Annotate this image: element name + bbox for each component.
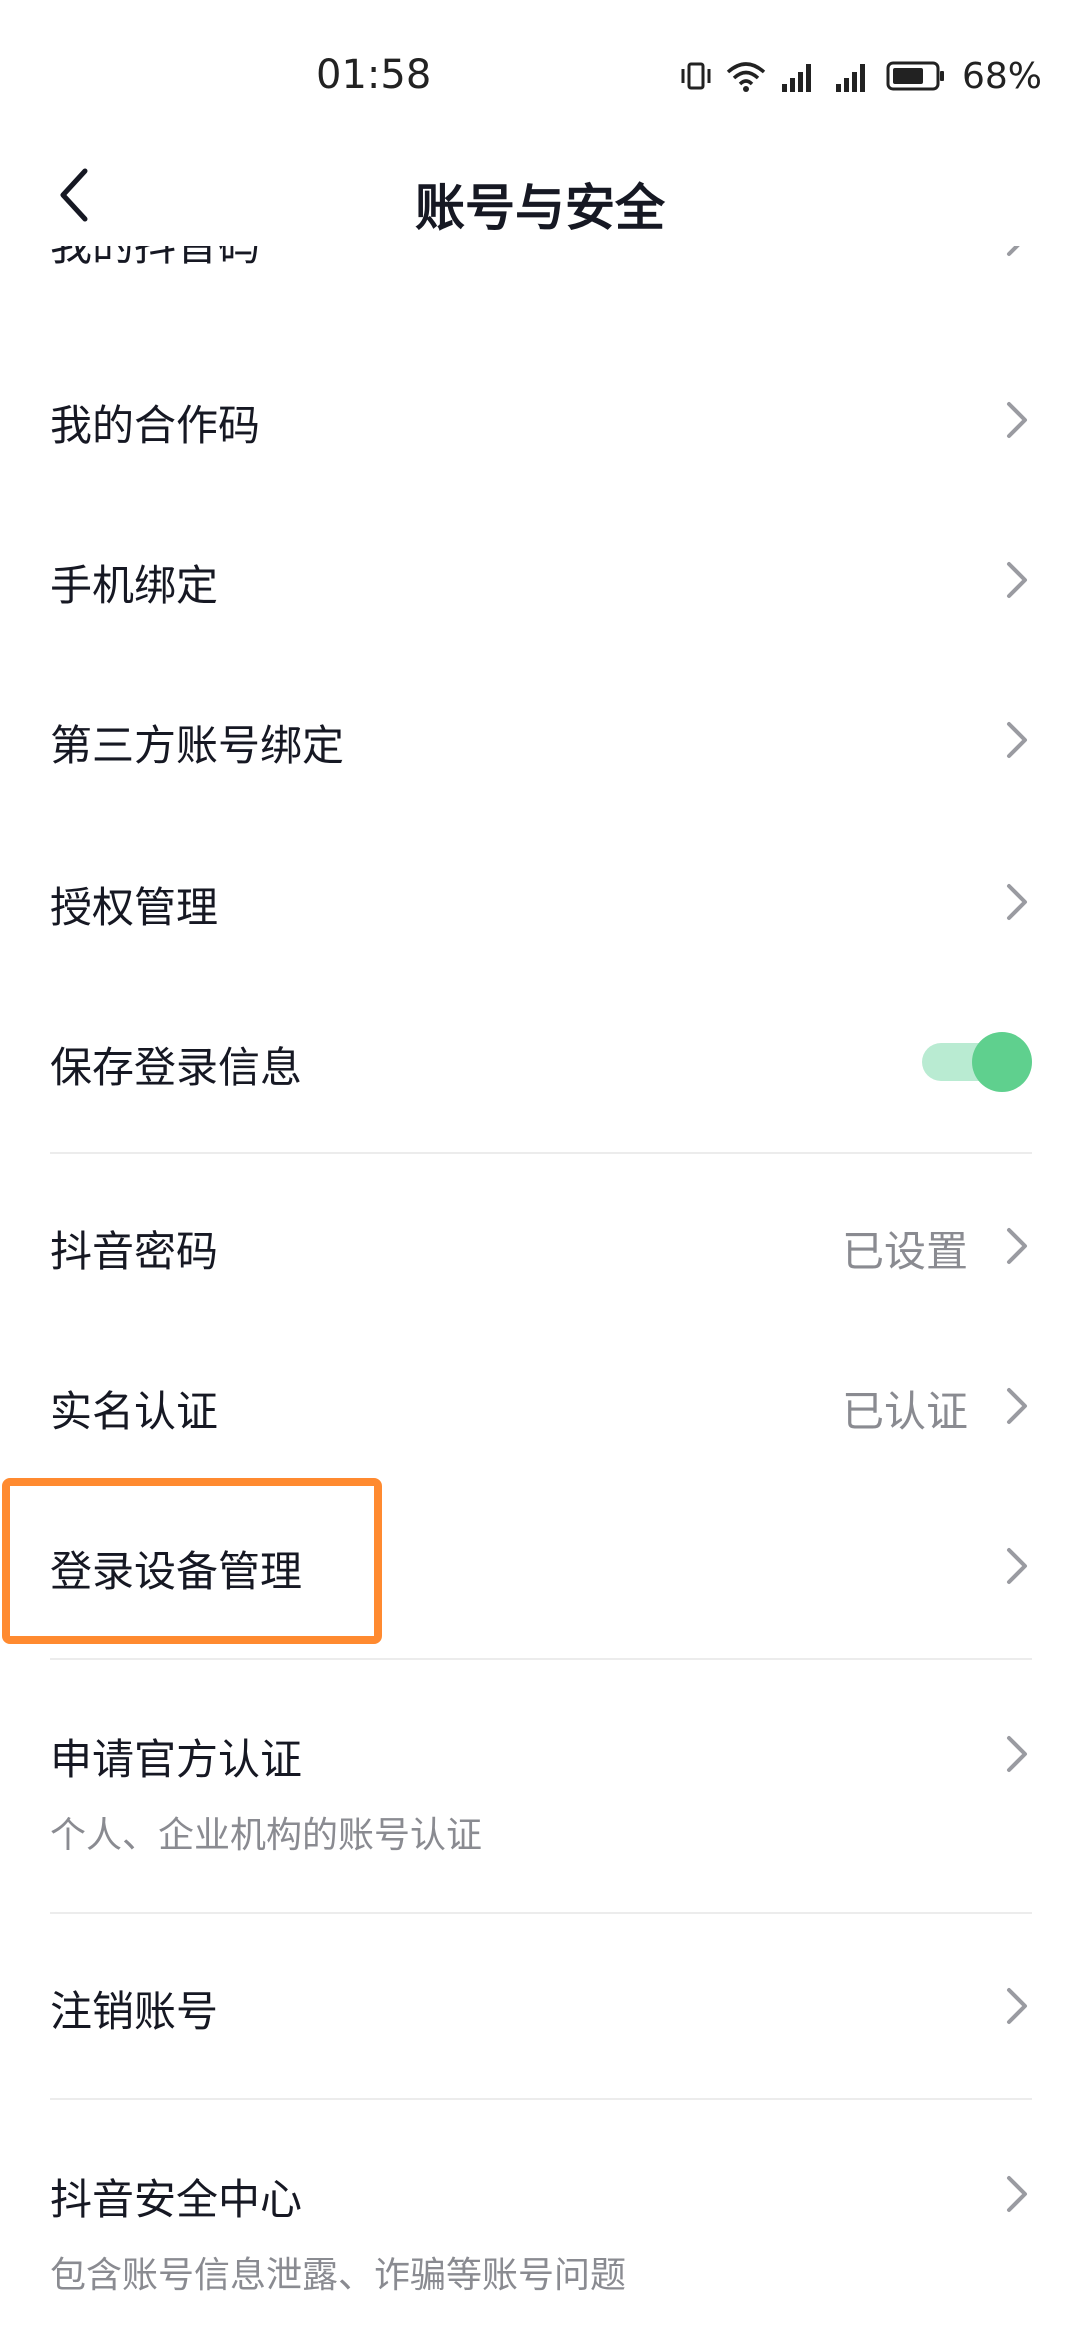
chevron-right-icon xyxy=(1007,884,1027,920)
row-label: 抖音密码 xyxy=(50,1227,219,1276)
save-login-toggle[interactable] xyxy=(922,1032,1032,1092)
divider xyxy=(50,2098,1032,2100)
toggle-knob xyxy=(972,1032,1032,1092)
row-real-name[interactable]: 实名认证 已认证 xyxy=(0,1326,1080,1486)
nav-bar: 账号与安全 xyxy=(0,150,1080,246)
status-icons: 68% xyxy=(678,55,1042,97)
chevron-right-icon xyxy=(1007,562,1027,598)
status-bar: 01:58 68% xyxy=(0,0,1080,150)
battery-percentage: 68% xyxy=(961,55,1042,97)
battery-icon xyxy=(886,58,946,94)
chevron-right-icon xyxy=(1007,2176,1027,2212)
wifi-icon xyxy=(724,58,768,94)
row-value: 已认证 xyxy=(841,1387,968,1436)
row-subtitle: 包含账号信息泄露、诈骗等账号问题 xyxy=(50,2255,627,2296)
row-label: 保存登录信息 xyxy=(50,1043,303,1092)
row-label: 第三方账号绑定 xyxy=(50,721,345,770)
chevron-right-icon xyxy=(1007,722,1027,758)
row-official-verification[interactable]: 申请官方认证 个人、企业机构的账号认证 xyxy=(0,1672,1080,1912)
row-deactivate-account[interactable]: 注销账号 xyxy=(0,1926,1080,2086)
row-label: 我的合作码 xyxy=(50,401,261,450)
row-label: 授权管理 xyxy=(50,883,219,932)
row-label: 手机绑定 xyxy=(50,561,219,610)
divider xyxy=(50,1152,1032,1154)
page-title: 账号与安全 xyxy=(415,179,665,237)
row-label: 实名认证 xyxy=(50,1387,219,1436)
divider xyxy=(50,1912,1032,1914)
status-time: 01:58 xyxy=(316,52,432,98)
row-label: 申请官方认证 xyxy=(50,1735,303,1784)
signal-1-icon xyxy=(778,58,822,94)
row-label: 注销账号 xyxy=(50,1987,219,2036)
row-save-login: 保存登录信息 xyxy=(0,982,1080,1142)
row-cooperation-code[interactable]: 我的合作码 xyxy=(0,340,1080,500)
row-password[interactable]: 抖音密码 已设置 xyxy=(0,1166,1080,1326)
chevron-right-icon xyxy=(1007,1388,1027,1424)
row-security-center[interactable]: 抖音安全中心 包含账号信息泄露、诈骗等账号问题 xyxy=(0,2112,1080,2340)
vibrate-icon xyxy=(678,58,714,94)
divider xyxy=(50,1658,1032,1660)
signal-2-icon xyxy=(832,58,876,94)
highlight-annotation xyxy=(2,1478,382,1644)
row-third-party-binding[interactable]: 第三方账号绑定 xyxy=(0,660,1080,820)
row-label: 抖音安全中心 xyxy=(50,2175,303,2224)
row-subtitle: 个人、企业机构的账号认证 xyxy=(50,1815,483,1856)
row-value: 已设置 xyxy=(841,1227,968,1276)
row-phone-binding[interactable]: 手机绑定 xyxy=(0,500,1080,660)
chevron-right-icon xyxy=(1007,1736,1027,1772)
chevron-right-icon xyxy=(1007,1988,1027,2024)
chevron-right-icon xyxy=(1007,402,1027,438)
chevron-right-icon xyxy=(1007,1228,1027,1264)
chevron-right-icon xyxy=(1007,1548,1027,1584)
row-authorization[interactable]: 授权管理 xyxy=(0,822,1080,982)
